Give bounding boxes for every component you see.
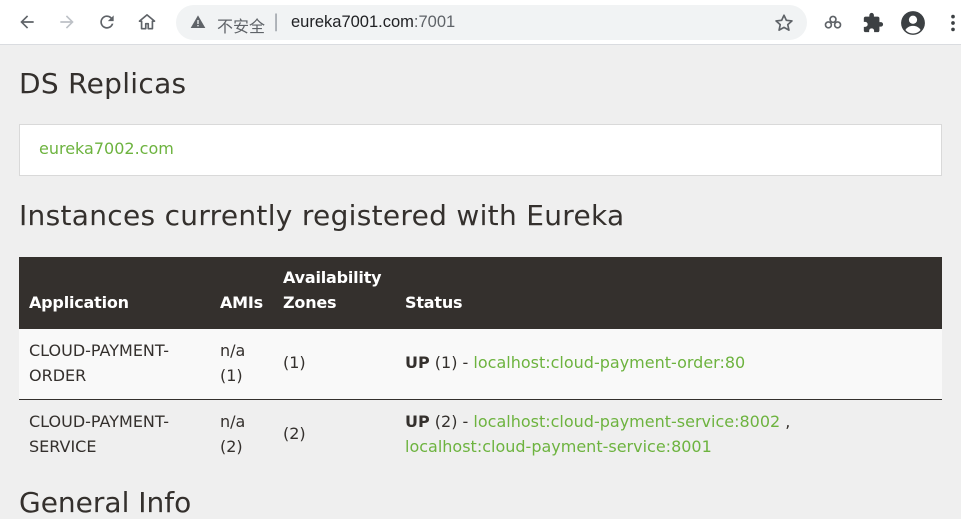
column-header-zones-line2: Zones [283,293,337,312]
url-host: eureka7001.com [291,13,414,31]
zone-value: (1) [283,353,306,372]
table-row: CLOUD-PAYMENT- ORDER n/a (1) (1) UP (1) … [19,329,942,400]
instances-heading: Instances currently registered with Eure… [19,199,625,232]
status-count: (1) - [429,353,474,372]
ami-line: n/a [220,412,246,431]
browser-toolbar: 不安全 | eureka7001.com:7001 [0,0,961,45]
application-name-line: SERVICE [29,437,97,456]
instances-table: Application AMIs Availability Zones Stat… [19,257,942,472]
application-name: CLOUD-PAYMENT- ORDER [29,338,209,388]
forward-arrow-icon[interactable] [53,8,81,36]
eureka-dashboard: DS Replicas eureka7002.com Instances cur… [0,45,961,519]
back-arrow-icon[interactable] [13,8,41,36]
status-cell: UP (1) - localhost:cloud-payment-order:8… [405,350,935,375]
replicas-heading: DS Replicas [19,67,187,100]
table-header: Application AMIs Availability Zones Stat… [19,257,942,329]
omnibox-separator: | [273,11,280,32]
instance-link[interactable]: localhost:cloud-payment-service:8002 [473,412,780,431]
application-name-line: CLOUD-PAYMENT- [29,412,169,431]
instance-link[interactable]: localhost:cloud-payment-service:8001 [405,437,712,456]
status-count: (2) - [429,412,474,431]
replicas-panel: eureka7002.com [19,124,942,176]
ami-line: n/a [220,341,246,360]
status-line: localhost:cloud-payment-service:8001 [405,434,935,459]
status-state: UP [405,353,430,372]
url-port: :7001 [413,13,456,31]
link-separator: , [780,412,791,431]
column-header-zones-line1: Availability [283,268,382,287]
application-name-line: ORDER [29,366,87,385]
menu-kebab-icon[interactable] [940,10,961,36]
status-state: UP [405,412,430,431]
general-info-heading: General Info [19,486,192,519]
reload-icon[interactable] [93,8,121,36]
profile-avatar-icon[interactable] [900,10,926,36]
warning-triangle-icon[interactable] [190,14,206,30]
column-header-status: Status [405,293,463,312]
home-icon[interactable] [133,8,161,36]
replica-link[interactable]: eureka7002.com [39,139,174,158]
instance-link[interactable]: localhost:cloud-payment-order:80 [473,353,745,372]
translate-extension-icon[interactable] [820,10,846,36]
extensions-puzzle-icon[interactable] [860,10,886,36]
ami-line: (2) [220,437,243,456]
ami-value: n/a (1) [220,338,275,388]
ami-value: n/a (2) [220,409,275,459]
url-text[interactable]: eureka7001.com:7001 [291,13,455,32]
column-header-application: Application [29,293,129,312]
ami-line: (1) [220,366,243,385]
table-row: CLOUD-PAYMENT- SERVICE n/a (2) (2) UP (2… [19,400,942,472]
application-name: CLOUD-PAYMENT- SERVICE [29,409,209,459]
zone-value: (2) [283,424,306,443]
status-line: UP (2) - localhost:cloud-payment-service… [405,409,935,434]
column-header-amis: AMIs [220,293,263,312]
insecure-label[interactable]: 不安全 [217,13,265,37]
application-name-line: CLOUD-PAYMENT- [29,341,169,360]
address-bar[interactable]: 不安全 | eureka7001.com:7001 [176,5,807,40]
status-cell: UP (2) - localhost:cloud-payment-service… [405,409,935,459]
bookmark-star-icon[interactable] [773,12,795,34]
